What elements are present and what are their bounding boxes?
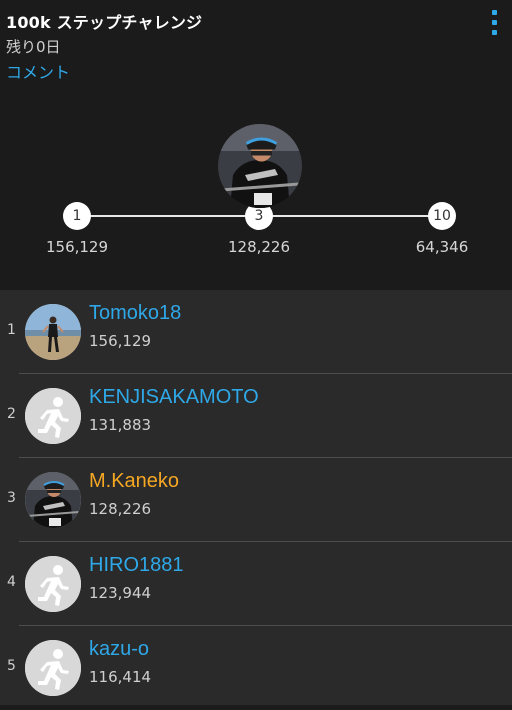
days-remaining: 残り0日 [6,38,61,56]
leaderboard-row[interactable]: 4 HIRO1881 123,944 [0,542,512,626]
runner-icon[interactable] [25,640,81,696]
leaderboard-row[interactable]: 5 kazu-o 116,414 [0,626,512,710]
track-rank-last: 10 [428,202,456,230]
avatar[interactable] [25,304,81,360]
track-value-last: 64,346 [415,238,469,256]
row-rank: 4 [7,574,16,590]
user-name-link[interactable]: KENJISAKAMOTO [89,386,259,409]
row-rank: 5 [7,658,16,674]
user-name-link[interactable]: Tomoko18 [89,302,181,325]
track-rank-first: 1 [63,202,91,230]
challenge-header: 100k ステップチャレンジ 残り0日 コメント 1 3 10 156,129 … [0,0,512,290]
user-name-link[interactable]: kazu-o [89,638,149,661]
avatar[interactable] [25,472,81,528]
row-rank: 2 [7,406,16,422]
leaderboard-row[interactable]: 1 Tomoko18 156,129 [0,290,512,374]
runner-icon[interactable] [25,388,81,444]
leaderboard-row[interactable]: 2 KENJISAKAMOTO 131,883 [0,374,512,458]
more-vertical-icon[interactable] [488,10,500,40]
user-name-link[interactable]: M.Kaneko [89,470,179,493]
track-value-current: 128,226 [227,238,291,256]
step-count: 156,129 [89,332,152,350]
leaderboard-list: 1 Tomoko18 156,129 2 KENJISAKAMOTO 131,8… [0,290,512,705]
step-count: 131,883 [89,416,152,434]
row-rank: 1 [7,322,16,338]
step-count: 116,414 [89,668,152,686]
row-rank: 3 [7,490,16,506]
leaderboard-row-current-user[interactable]: 3 M.Kaneko 128,226 [0,458,512,542]
step-count: 128,226 [89,500,152,518]
current-user-avatar[interactable] [218,124,302,208]
page-title: 100k ステップチャレンジ [6,13,203,32]
user-name-link[interactable]: HIRO1881 [89,554,184,577]
comment-link[interactable]: コメント [6,59,70,83]
track-value-first: 156,129 [45,238,109,256]
runner-icon[interactable] [25,556,81,612]
step-count: 123,944 [89,584,152,602]
